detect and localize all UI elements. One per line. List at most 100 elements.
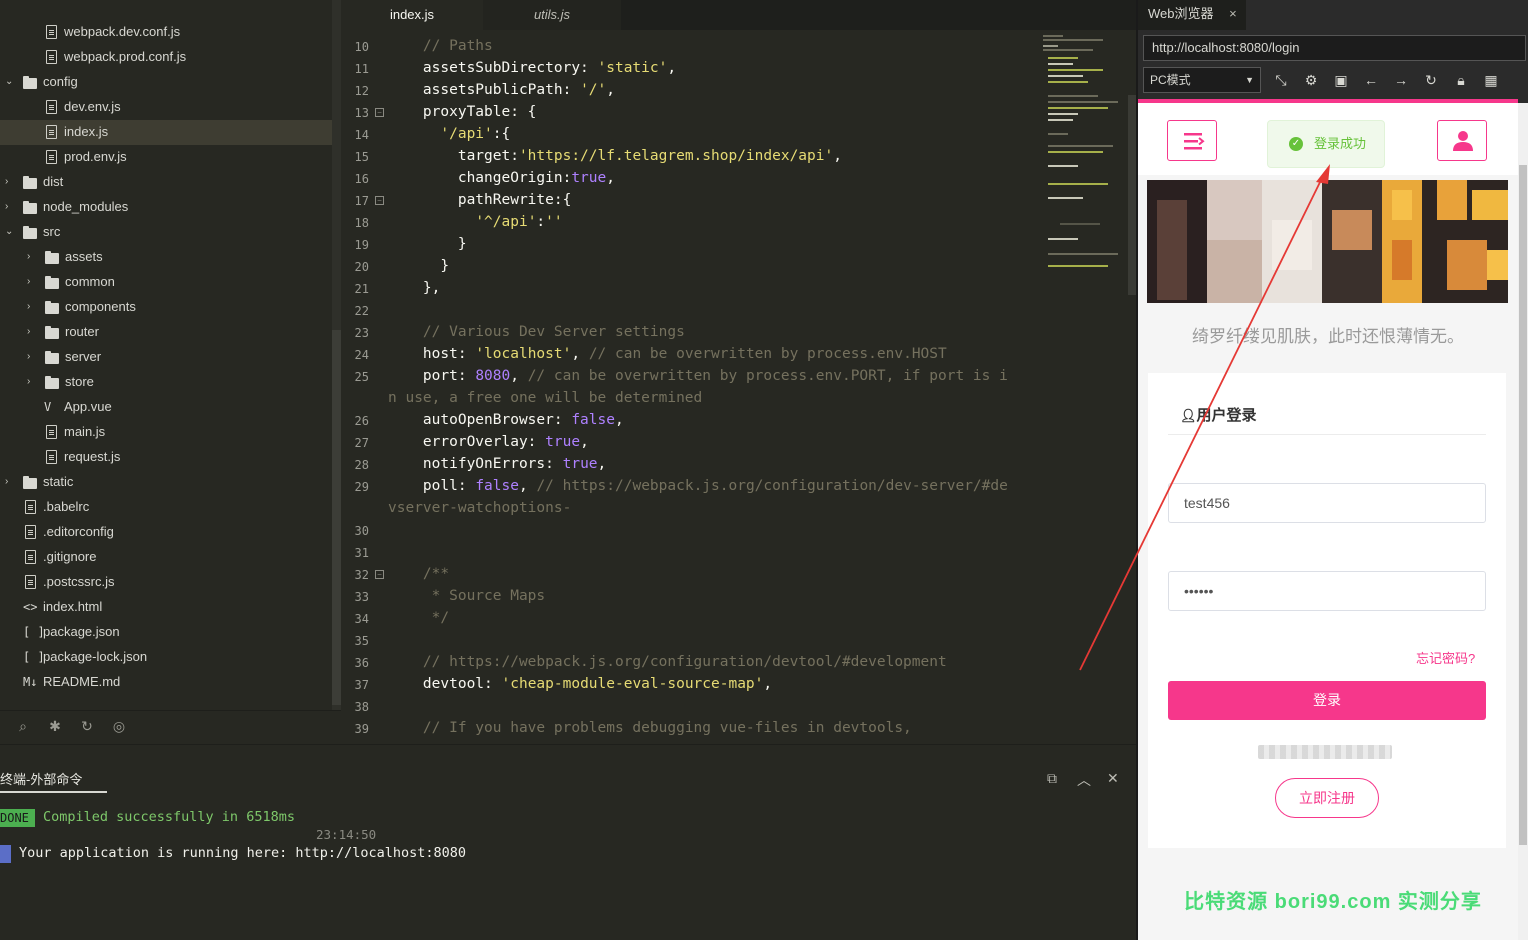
blurred-text bbox=[1258, 745, 1392, 759]
browser-tab[interactable]: Web浏览器 × bbox=[1138, 0, 1246, 30]
code-line: poll: false, // https://webpack.js.org/c… bbox=[388, 478, 1008, 494]
tree-item[interactable]: › store bbox=[0, 370, 332, 395]
tree-item[interactable]: V App.vue bbox=[0, 395, 332, 420]
tab-index-js[interactable]: index.js bbox=[341, 0, 483, 30]
fold-toggle-icon[interactable]: − bbox=[375, 570, 384, 579]
register-button[interactable]: 立即注册 bbox=[1275, 778, 1379, 818]
tree-item[interactable]: › assets bbox=[0, 245, 332, 270]
line-number: 34 bbox=[354, 612, 369, 626]
page-scrollbar-thumb[interactable] bbox=[1519, 165, 1527, 845]
code-line: target:'https://lf.telagrem.shop/index/a… bbox=[388, 148, 842, 164]
screenshot-icon[interactable]: ⤡ bbox=[1271, 70, 1291, 90]
console-icon[interactable]: ▣ bbox=[1331, 70, 1351, 90]
git-icon[interactable]: ↻ bbox=[78, 717, 96, 735]
open-external-icon[interactable]: ⧉ bbox=[1047, 770, 1057, 787]
tree-item[interactable]: ⌄ src bbox=[0, 220, 332, 245]
tree-item-label: package.json bbox=[43, 624, 120, 639]
tree-item[interactable]: M↓ README.md bbox=[0, 670, 332, 695]
user-button[interactable] bbox=[1437, 120, 1487, 161]
tree-item[interactable]: › server bbox=[0, 345, 332, 370]
forgot-password-link[interactable]: 忘记密码? bbox=[1416, 648, 1475, 667]
tree-item[interactable]: › router bbox=[0, 320, 332, 345]
chevron-right-icon[interactable]: › bbox=[27, 327, 37, 337]
tree-item[interactable]: [ ] package-lock.json bbox=[0, 645, 332, 670]
tree-item[interactable]: ⌄ config bbox=[0, 70, 332, 95]
back-arrow-icon[interactable]: ← bbox=[1361, 70, 1381, 90]
tree-item[interactable]: <> index.html bbox=[0, 595, 332, 620]
tab-utils-js[interactable]: utils.js bbox=[483, 0, 621, 30]
folder-icon bbox=[45, 251, 59, 264]
tree-item-label: index.js bbox=[64, 124, 109, 139]
terminal-title[interactable]: 终端-外部命令 bbox=[0, 769, 82, 788]
binoculars-icon[interactable]: ⌕ bbox=[14, 717, 32, 735]
code-line: // Paths bbox=[422, 38, 493, 54]
globe-icon[interactable]: ◎ bbox=[110, 717, 128, 735]
browser-tab-label: Web浏览器 bbox=[1148, 6, 1214, 21]
chevron-down-icon[interactable]: ⌄ bbox=[5, 77, 15, 87]
code-line: changeOrigin:true, bbox=[388, 170, 615, 186]
code-line: n use, a free one will be determined bbox=[388, 390, 703, 406]
refresh-icon[interactable]: ↻ bbox=[1421, 70, 1441, 90]
chevron-right-icon[interactable]: › bbox=[27, 252, 37, 262]
chevron-right-icon[interactable]: › bbox=[5, 202, 15, 212]
tree-item[interactable]: .postcssrc.js bbox=[0, 570, 332, 595]
tree-item[interactable]: request.js bbox=[0, 445, 332, 470]
line-number: 21 bbox=[354, 282, 369, 296]
tree-item[interactable]: [ ] package.json bbox=[0, 620, 332, 645]
login-button[interactable]: 登录 bbox=[1168, 681, 1486, 720]
bug-icon[interactable]: ✱ bbox=[46, 717, 64, 735]
tree-item[interactable]: main.js bbox=[0, 420, 332, 445]
code-line: /** bbox=[388, 566, 450, 582]
tree-item[interactable]: .gitignore bbox=[0, 545, 332, 570]
tree-item[interactable]: webpack.prod.conf.js bbox=[0, 45, 332, 70]
url-bar[interactable]: http://localhost:8080/login bbox=[1143, 35, 1526, 61]
chevron-right-icon[interactable]: › bbox=[5, 177, 15, 187]
chevron-down-icon[interactable]: ⌄ bbox=[5, 227, 15, 237]
tree-item-label: node_modules bbox=[43, 199, 129, 214]
fold-toggle-icon[interactable]: − bbox=[375, 108, 384, 117]
fold-toggle-icon[interactable]: − bbox=[375, 196, 384, 205]
folder-icon bbox=[23, 176, 37, 189]
device-mode-select[interactable]: PC模式 ▼ bbox=[1143, 67, 1261, 93]
code-line: autoOpenBrowser: false, bbox=[388, 412, 624, 428]
line-number: 31 bbox=[354, 546, 369, 560]
tree-item[interactable]: .editorconfig bbox=[0, 520, 332, 545]
lock-icon[interactable]: 🔒︎ bbox=[1451, 70, 1471, 90]
tree-item[interactable]: prod.env.js bbox=[0, 145, 332, 170]
tree-item[interactable]: webpack.dev.conf.js bbox=[0, 20, 332, 45]
chevron-right-icon[interactable]: › bbox=[5, 477, 15, 487]
line-number: 18 bbox=[354, 216, 369, 230]
tree-item[interactable]: › node_modules bbox=[0, 195, 332, 220]
tree-item-label: package-lock.json bbox=[43, 649, 148, 664]
chevron-right-icon[interactable]: › bbox=[27, 352, 37, 362]
terminal-panel bbox=[0, 744, 1138, 940]
menu-button[interactable] bbox=[1167, 120, 1217, 161]
chevron-right-icon[interactable]: › bbox=[27, 302, 37, 312]
file-icon bbox=[46, 50, 57, 64]
gear-icon[interactable]: ⚙ bbox=[1301, 70, 1321, 90]
sidebar-scrollbar-thumb[interactable] bbox=[332, 330, 341, 705]
code-line: '^/api':'' bbox=[475, 214, 563, 230]
close-panel-icon[interactable]: ✕ bbox=[1107, 770, 1119, 787]
forward-arrow-icon[interactable]: → bbox=[1391, 70, 1411, 90]
code-editor[interactable]: 10 // Paths 11 assetsSubDirectory: 'stati… bbox=[341, 30, 1138, 744]
close-icon[interactable]: × bbox=[1229, 6, 1237, 21]
chevron-right-icon[interactable]: › bbox=[27, 377, 37, 387]
tree-item[interactable]: › static bbox=[0, 470, 332, 495]
tree-item[interactable]: › common bbox=[0, 270, 332, 295]
code-line: } bbox=[388, 236, 467, 252]
qrcode-icon[interactable]: ▦ bbox=[1481, 70, 1501, 90]
file-icon bbox=[25, 525, 36, 539]
line-number: 35 bbox=[354, 634, 369, 648]
tree-item[interactable]: .babelrc bbox=[0, 495, 332, 520]
code-line: host: 'localhost', // can be overwritten… bbox=[388, 346, 947, 362]
tree-item[interactable]: › components bbox=[0, 295, 332, 320]
tree-item[interactable]: index.js bbox=[0, 120, 332, 145]
folder-icon bbox=[45, 326, 59, 339]
tree-item[interactable]: dev.env.js bbox=[0, 95, 332, 120]
chevron-up-icon[interactable]: ︿ bbox=[1077, 770, 1091, 790]
line-number: 33 bbox=[354, 590, 369, 604]
tree-item[interactable]: › dist bbox=[0, 170, 332, 195]
tree-item-label: README.md bbox=[43, 674, 121, 689]
chevron-right-icon[interactable]: › bbox=[27, 277, 37, 287]
